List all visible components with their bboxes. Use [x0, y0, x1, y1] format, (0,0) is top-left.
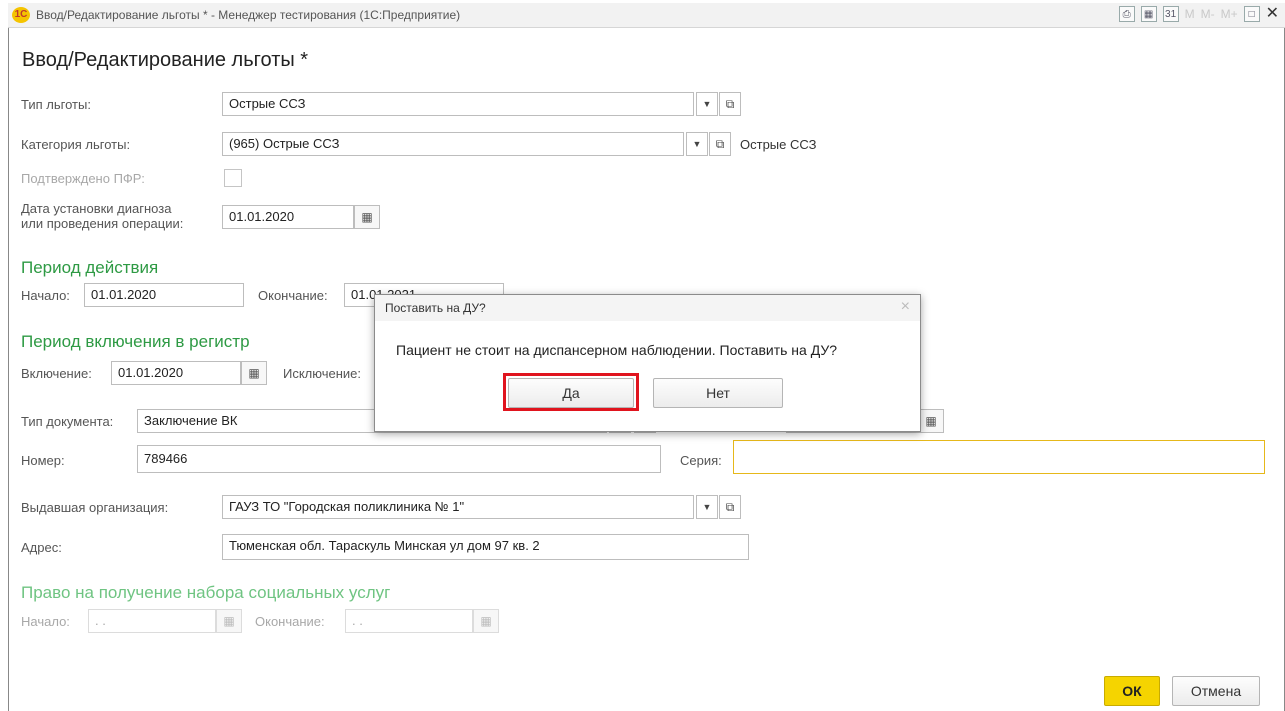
close-window-icon[interactable]: ✕ — [1266, 6, 1279, 22]
benefit-type-label: Тип льготы: — [21, 97, 91, 112]
chevron-down-icon[interactable]: ▼ — [686, 132, 708, 156]
memory-mminus-icon[interactable]: M- — [1201, 7, 1215, 21]
print-icon[interactable]: ⎙ — [1118, 6, 1135, 22]
validity-start-label: Начало: — [21, 288, 70, 303]
social-start-field: . . — [88, 609, 216, 633]
open-form-icon[interactable]: ⧉ — [719, 92, 741, 116]
calendar-icon[interactable]: ▦ — [354, 205, 380, 229]
social-end-label: Окончание: — [255, 614, 325, 629]
issuing-org-field[interactable]: ГАУЗ ТО "Городская поликлиника № 1" — [222, 495, 694, 519]
dialog-header: Поставить на ДУ? × — [375, 295, 920, 321]
pfr-confirmed-checkbox[interactable] — [224, 169, 242, 187]
diagnosis-date-label-line2: или проведения операции: — [21, 216, 184, 231]
dialog-title: Поставить на ДУ? — [385, 301, 486, 315]
confirm-dialog: Поставить на ДУ? × Пациент не стоит на д… — [374, 294, 921, 432]
ok-button[interactable]: ОК — [1104, 676, 1160, 706]
window-title: Ввод/Редактирование льготы * - Менеджер … — [36, 8, 461, 22]
form-title: Ввод/Редактирование льготы * — [22, 49, 309, 71]
series-label: Серия: — [680, 453, 722, 468]
app-logo-icon: 1С — [12, 7, 30, 23]
memory-m-icon[interactable]: M — [1185, 7, 1195, 21]
register-exclude-label: Исключение: — [283, 366, 362, 381]
close-icon[interactable]: × — [901, 298, 910, 316]
validity-start-field[interactable]: 01.01.2020 — [84, 283, 244, 307]
dialog-message: Пациент не стоит на диспансерном наблюде… — [396, 342, 838, 358]
social-end-field: . . — [345, 609, 473, 633]
maximize-icon[interactable]: □ — [1243, 6, 1260, 22]
diagnosis-date-label-line1: Дата установки диагноза — [21, 201, 172, 216]
open-form-icon[interactable]: ⧉ — [709, 132, 731, 156]
address-field[interactable]: Тюменская обл. Тараскуль Минская ул дом … — [222, 534, 749, 560]
number-label: Номер: — [21, 453, 65, 468]
social-services-title: Право на получение набора социальных усл… — [21, 583, 391, 602]
window-titlebar: 1С Ввод/Редактирование льготы * - Менедж… — [8, 3, 1285, 28]
number-field[interactable]: 789466 — [137, 445, 661, 473]
register-include-field[interactable]: 01.01.2020 — [111, 361, 241, 385]
benefit-category-note: Острые ССЗ — [740, 137, 817, 152]
register-period-title: Период включения в регистр — [21, 332, 250, 351]
document-type-label: Тип документа: — [21, 414, 114, 429]
validity-period-title: Период действия — [21, 258, 159, 277]
open-form-icon[interactable]: ⧉ — [719, 495, 741, 519]
social-start-label: Начало: — [21, 614, 70, 629]
table-icon[interactable]: ▦ — [1140, 6, 1157, 22]
titlebar-toolbar: ⎙ ▦ 31 M M- M+ □ ✕ — [1118, 6, 1279, 22]
calendar-icon[interactable]: ▦ — [241, 361, 267, 385]
diagnosis-date-label: Дата установки диагноза или проведения о… — [21, 201, 183, 231]
benefit-category-label: Категория льготы: — [21, 137, 131, 152]
cancel-button[interactable]: Отмена — [1172, 676, 1260, 706]
calendar-icon: ▦ — [473, 609, 499, 633]
diagnosis-date-field[interactable]: 01.01.2020 — [222, 205, 354, 229]
validity-end-label: Окончание: — [258, 288, 328, 303]
benefit-type-field[interactable]: Острые ССЗ — [222, 92, 694, 116]
benefit-category-field[interactable]: (965) Острые ССЗ — [222, 132, 684, 156]
chevron-down-icon[interactable]: ▼ — [696, 92, 718, 116]
calendar-icon[interactable]: ▦ — [918, 409, 944, 433]
chevron-down-icon[interactable]: ▼ — [696, 495, 718, 519]
issuing-org-label: Выдавшая организация: — [21, 500, 169, 515]
calendar-icon: ▦ — [216, 609, 242, 633]
window-border-left — [8, 28, 9, 711]
series-field[interactable] — [733, 440, 1265, 474]
address-label: Адрес: — [21, 540, 62, 555]
highlight-frame — [503, 373, 639, 411]
no-button[interactable]: Нет — [653, 378, 783, 408]
register-include-label: Включение: — [21, 366, 92, 381]
memory-mplus-icon[interactable]: M+ — [1221, 7, 1238, 21]
calendar-icon[interactable]: 31 — [1162, 6, 1179, 22]
pfr-confirmed-label: Подтверждено ПФР: — [21, 171, 145, 186]
